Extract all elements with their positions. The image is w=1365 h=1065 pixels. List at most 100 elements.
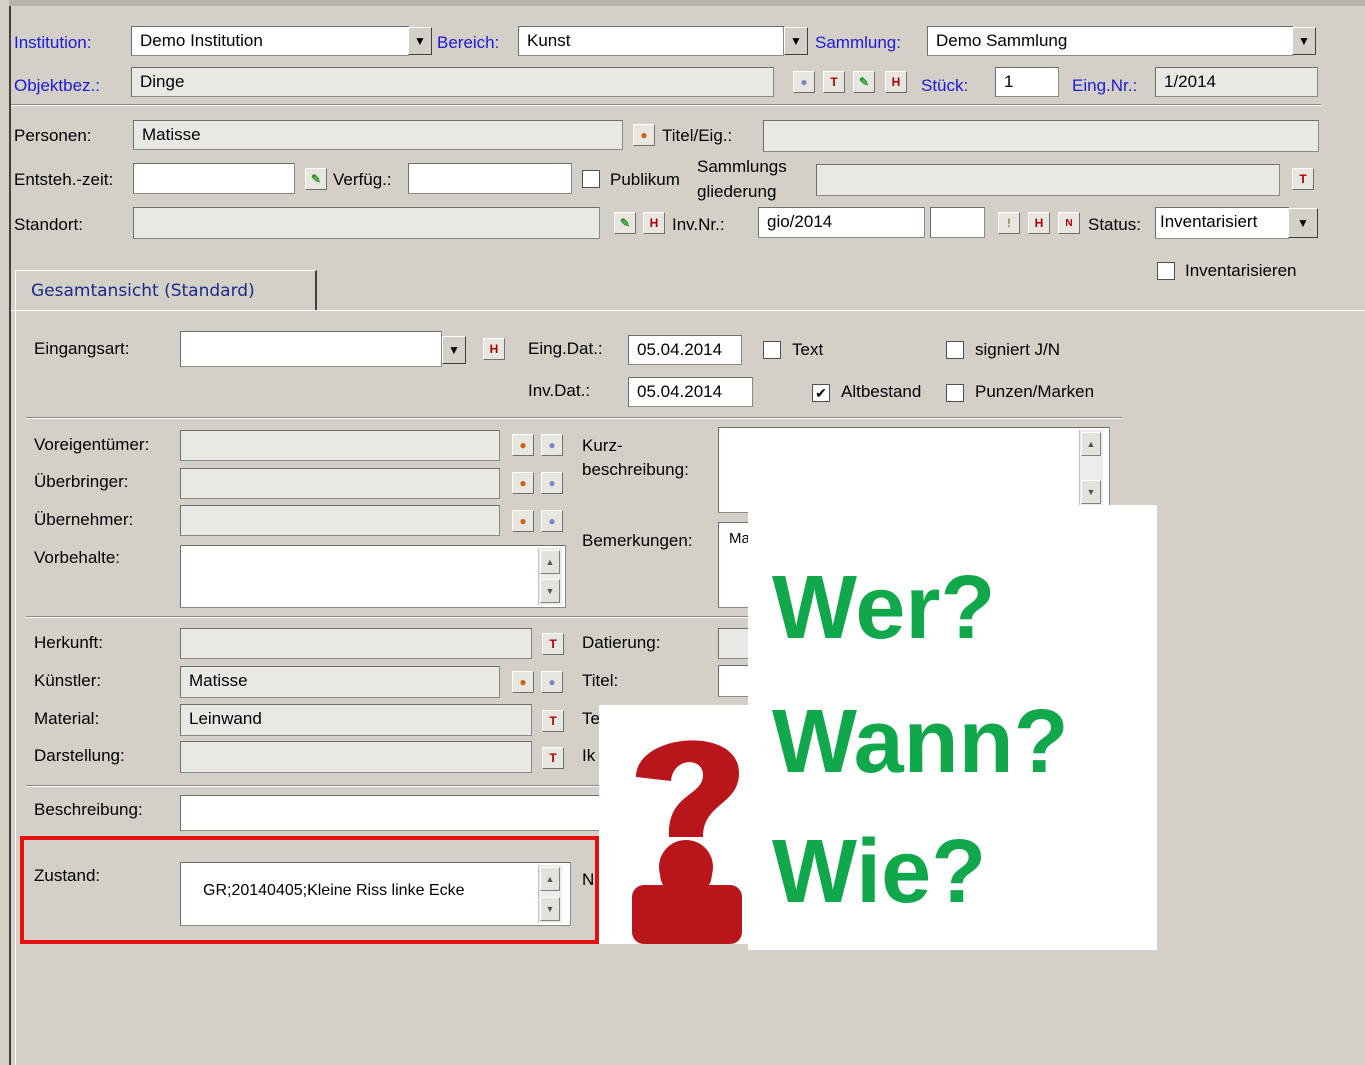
standort-field[interactable] [133,207,600,239]
text-checkbox[interactable] [763,341,781,359]
zustand-highlight-box [20,836,599,944]
chevron-down-icon: ▼ [448,343,460,357]
status-dropdown-button[interactable]: ▼ [1288,208,1318,238]
status-select[interactable]: Inventarisiert [1155,207,1289,239]
invnr-field[interactable]: gio/2014 [758,207,925,238]
edit-pencil-icon[interactable]: ✎ [853,71,875,93]
sammlung-dropdown-button[interactable]: ▼ [1292,27,1316,55]
history-h-icon[interactable]: H [1028,212,1050,234]
vorbehalte-scrollbar[interactable]: ▲ ▼ [538,548,562,605]
scroll-up-icon[interactable]: ▲ [1081,432,1101,456]
scroll-down-icon[interactable]: ▼ [1081,480,1101,504]
titel-eig-label: Titel/Eig.: [662,126,733,145]
institution-select[interactable]: Demo Institution [131,26,409,56]
text-t-icon[interactable]: T [823,71,845,93]
personen-field[interactable]: Matisse [133,120,623,150]
separator [11,104,1321,106]
chevron-down-icon: ▼ [1298,34,1310,48]
persons-icon[interactable]: ● [512,434,534,456]
thesaurus-t-icon[interactable]: T [542,710,564,732]
standort-label: Standort: [14,215,83,234]
thesaurus-t-icon[interactable]: T [1292,168,1314,190]
kurzbeschreibung-textarea[interactable] [718,427,1110,513]
history-h-icon[interactable]: H [885,71,907,93]
invnr-suffix-field[interactable] [930,207,985,238]
publikum-checkbox[interactable] [582,170,600,188]
new-n-icon[interactable]: N [1058,212,1080,234]
beschreibung-label: Beschreibung: [34,800,143,819]
institution-dropdown-button[interactable]: ▼ [408,27,432,55]
invnr-label: Inv.Nr.: [672,215,725,234]
darstellung-field[interactable] [180,741,532,773]
kurzbeschreibung-label-1: Kurz- [582,436,623,455]
objektbez-field[interactable]: Dinge [131,67,774,97]
eingnr-field[interactable]: 1/2014 [1155,67,1318,97]
lookup-icon[interactable]: ● [541,671,563,693]
tab-gesamtansicht[interactable]: Gesamtansicht (Standard) [15,270,317,311]
uebernehmer-label: Übernehmer: [34,510,134,529]
signiert-label: signiert J/N [975,340,1061,359]
inventarisieren-checkbox[interactable] [1157,262,1175,280]
voreigentuemer-field[interactable] [180,430,500,461]
exclamation-icon[interactable]: ! [998,212,1020,234]
scroll-down-icon[interactable]: ▼ [540,579,560,603]
edit-pencil-icon[interactable]: ✎ [305,168,327,190]
lookup-icon[interactable]: ● [541,434,563,456]
bereich-dropdown-button[interactable]: ▼ [784,27,808,55]
publikum-label: Publikum [610,170,680,189]
persons-icon[interactable]: ● [512,472,534,494]
history-h-icon[interactable]: H [483,338,505,360]
persons-icon[interactable]: ● [633,124,655,146]
ueberbringer-field[interactable] [180,468,500,499]
eingdat-field[interactable]: 05.04.2014 [628,335,742,365]
eingangsart-select[interactable] [180,331,442,367]
sammlungsgliederung-field[interactable] [816,164,1280,196]
eingnr-label: Eing.Nr.: [1072,76,1138,95]
question-figure-panel [599,705,749,944]
herkunft-field[interactable] [180,628,532,659]
material-field[interactable]: Leinwand [180,704,532,736]
kurzbeschreibung-scrollbar[interactable]: ▲ ▼ [1079,430,1103,510]
vorbehalte-textarea[interactable] [180,545,566,608]
sammlung-select[interactable]: Demo Sammlung [927,26,1293,56]
history-h-icon[interactable]: H [643,212,665,234]
checkmark-icon: ✔ [815,385,827,401]
eingangsart-label: Eingangsart: [34,339,130,358]
altbestand-checkbox[interactable]: ✔ [812,384,830,402]
personen-label: Personen: [14,126,92,145]
bereich-select[interactable]: Kunst [518,26,784,56]
question-wann: Wann? [772,692,1069,792]
entsteh-field[interactable] [133,163,295,194]
question-person-icon [632,740,742,944]
voreigentuemer-label: Voreigentümer: [34,435,150,454]
lookup-icon[interactable]: ● [541,472,563,494]
stueck-label: Stück: [921,76,969,95]
thesaurus-t-icon[interactable]: T [542,747,564,769]
invdat-field[interactable]: 05.04.2014 [628,377,753,407]
lookup-icon[interactable]: ● [541,510,563,532]
beschreibung-textarea[interactable] [180,795,610,831]
herkunft-label: Herkunft: [34,633,103,652]
bereich-label: Bereich: [437,33,500,52]
titel-eig-field[interactable] [763,120,1319,152]
verfueg-field[interactable] [408,163,572,194]
titel-label: Titel: [582,671,619,690]
lookup-icon[interactable]: ● [793,71,815,93]
kurzbeschreibung-label-2: beschreibung: [582,460,689,479]
thesaurus-t-icon[interactable]: T [542,633,564,655]
persons-icon[interactable]: ● [512,510,534,532]
kuenstler-field[interactable]: Matisse [180,666,500,698]
stueck-field[interactable]: 1 [995,67,1059,97]
tab-panel-top [11,310,1365,311]
punzen-checkbox[interactable] [946,384,964,402]
vorbehalte-label: Vorbehalte: [34,548,121,567]
signiert-checkbox[interactable] [946,341,964,359]
uebernehmer-field[interactable] [180,505,500,536]
edit-pencil-icon[interactable]: ✎ [614,212,636,234]
persons-icon[interactable]: ● [512,671,534,693]
material-label: Material: [34,709,100,728]
altbestand-label: Altbestand [841,382,922,401]
eingangsart-dropdown-button[interactable]: ▼ [442,336,466,364]
datierung-label: Datierung: [582,633,661,652]
scroll-up-icon[interactable]: ▲ [540,550,560,574]
